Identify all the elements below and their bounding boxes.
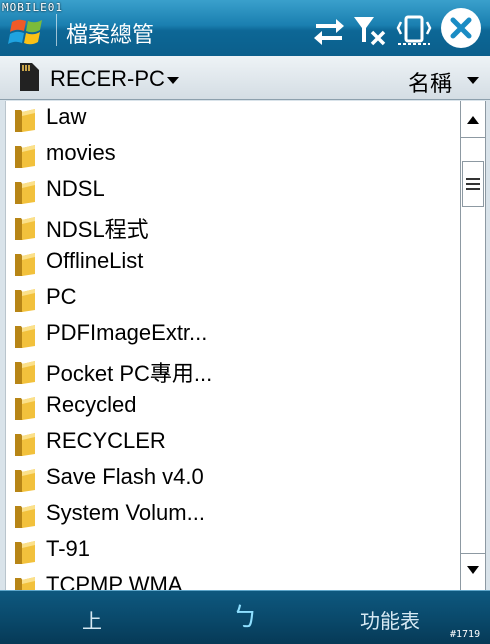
arrow-down-icon: [467, 566, 479, 574]
list-item[interactable]: Save Flash v4.0: [6, 461, 460, 497]
file-name: RECYCLER: [46, 428, 166, 453]
sync-icon[interactable]: [312, 14, 346, 46]
folder-icon: [15, 145, 35, 168]
chevron-down-icon[interactable]: [466, 75, 480, 85]
folder-icon: [15, 361, 35, 384]
folder-icon: [15, 289, 35, 312]
scroll-track-divider: [461, 137, 485, 138]
scroll-thumb[interactable]: [462, 161, 484, 207]
list-item[interactable]: Pocket PC專用...: [6, 353, 460, 389]
folder-icon: [15, 505, 35, 528]
input-method-button[interactable]: ㄅ: [232, 597, 258, 634]
file-name: Save Flash v4.0: [46, 464, 204, 489]
close-button[interactable]: [441, 8, 481, 48]
file-name: T-91: [46, 536, 91, 561]
file-name: Law: [46, 104, 87, 129]
list-item[interactable]: movies: [6, 137, 460, 173]
up-softkey[interactable]: 上: [82, 605, 102, 634]
file-name: TCPMP WMA: [46, 572, 183, 590]
file-list[interactable]: Law movies NDSL NDSL程式 OfflineList PC PD…: [5, 101, 460, 590]
list-item[interactable]: TCPMP WMA: [6, 569, 460, 590]
list-item[interactable]: System Volum...: [6, 497, 460, 533]
image-number: #1719: [450, 629, 481, 640]
scroll-up-button[interactable]: [461, 105, 485, 135]
folder-icon: [15, 325, 35, 348]
close-icon: [450, 17, 472, 39]
file-name: PC: [46, 284, 77, 309]
storage-card-icon: [20, 63, 39, 91]
list-item[interactable]: Recycled: [6, 389, 460, 425]
list-item[interactable]: T-91: [6, 533, 460, 569]
file-name: NDSL: [46, 176, 105, 201]
sort-dropdown[interactable]: 名稱: [408, 66, 452, 98]
list-item[interactable]: PC: [6, 281, 460, 317]
folder-icon: [15, 181, 35, 204]
list-item[interactable]: NDSL程式: [6, 209, 460, 245]
menu-softkey[interactable]: 功能表: [360, 605, 420, 634]
folder-icon: [15, 433, 35, 456]
list-item[interactable]: OfflineList: [6, 245, 460, 281]
folder-icon: [15, 469, 35, 492]
title-bar: MOBILE01 檔案總管: [0, 0, 490, 56]
list-item[interactable]: Law: [6, 101, 460, 137]
scroll-track-divider: [461, 553, 485, 554]
file-name: OfflineList: [46, 248, 144, 273]
title-separator: [56, 14, 57, 46]
file-name: NDSL程式: [46, 217, 149, 242]
file-name: movies: [46, 140, 116, 165]
folder-icon: [15, 109, 35, 132]
file-name: PDFImageExtr...: [46, 320, 208, 345]
list-item[interactable]: PDFImageExtr...: [6, 317, 460, 353]
signal-off-icon[interactable]: [352, 14, 388, 46]
watermark: MOBILE01: [2, 1, 63, 14]
file-name: System Volum...: [46, 500, 205, 525]
windows-start-icon[interactable]: [8, 14, 48, 50]
file-name: Pocket PC專用...: [46, 361, 213, 386]
app-title: 檔案總管: [66, 23, 155, 48]
file-name: Recycled: [46, 392, 137, 417]
folder-icon: [15, 577, 35, 590]
arrow-up-icon: [467, 116, 479, 124]
folder-icon: [15, 253, 35, 276]
folder-icon: [15, 397, 35, 420]
scroll-down-button[interactable]: [461, 555, 485, 585]
vertical-scrollbar[interactable]: [460, 101, 486, 590]
location-dropdown[interactable]: RECER-PC: [50, 66, 165, 92]
folder-icon: [15, 541, 35, 564]
list-item[interactable]: RECYCLER: [6, 425, 460, 461]
folder-icon: [15, 217, 35, 240]
list-item[interactable]: NDSL: [6, 173, 460, 209]
chevron-down-icon[interactable]: [166, 75, 180, 85]
vibrate-icon[interactable]: [396, 14, 432, 46]
